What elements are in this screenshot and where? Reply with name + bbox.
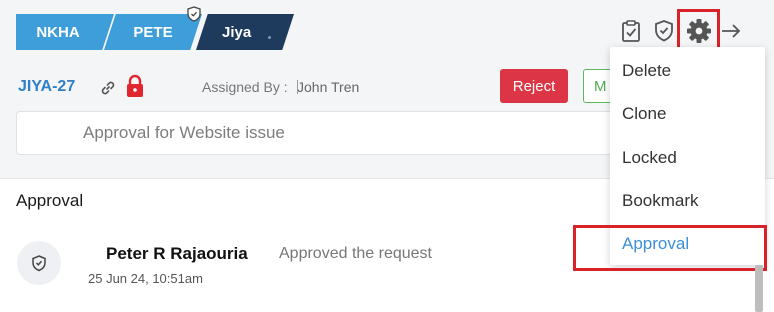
text-caret [297, 80, 298, 94]
approval-timestamp: 25 Jun 24, 10:51am [88, 271, 203, 286]
shield-check-icon[interactable] [651, 18, 677, 44]
approval-section-title: Approval [16, 191, 84, 210]
menu-item-bookmark[interactable]: Bookmark [622, 191, 699, 211]
arrow-right-icon[interactable] [718, 18, 744, 44]
tag-jiya-label: Jiya [222, 23, 252, 41]
link-icon[interactable] [98, 78, 118, 98]
shield-icon [32, 255, 46, 272]
lock-icon[interactable] [124, 74, 146, 98]
gear-highlight-box [677, 9, 720, 52]
menu-item-clone[interactable]: Clone [622, 104, 666, 124]
approver-name: Peter R Rajaouria [106, 244, 248, 263]
tag-shield-icon [187, 6, 201, 22]
tag-jiya[interactable]: Jiya [196, 14, 294, 50]
tag-dot [268, 36, 271, 39]
clipboard-check-icon[interactable] [618, 18, 644, 44]
scrollbar[interactable] [755, 265, 763, 312]
assigned-by-name: John Tren [297, 79, 360, 95]
tag-nkha[interactable]: NKHA [16, 14, 114, 50]
assigned-by-label: Assigned By : [202, 79, 288, 95]
avatar [17, 241, 61, 285]
reject-button[interactable]: Reject [500, 69, 568, 103]
menu-item-locked[interactable]: Locked [622, 148, 677, 168]
issue-id-link[interactable]: JIYA-27 [18, 78, 75, 96]
approval-action-text: Approved the request [279, 245, 432, 262]
approval-highlight-box [573, 225, 767, 271]
description-input[interactable] [16, 111, 616, 155]
menu-item-delete[interactable]: Delete [622, 61, 671, 81]
